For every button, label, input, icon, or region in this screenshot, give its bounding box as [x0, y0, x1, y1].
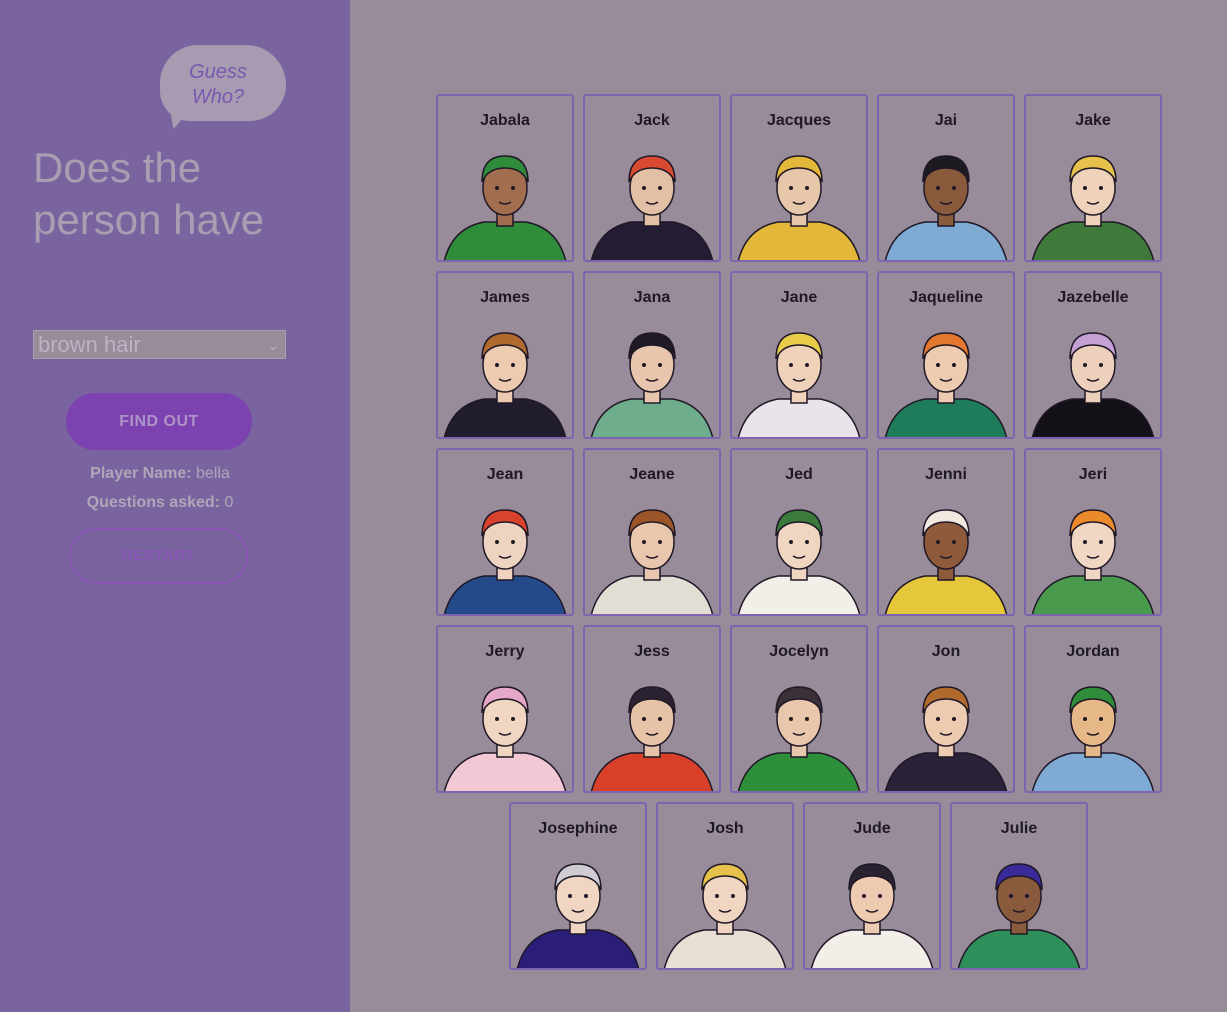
character-name: Jana — [633, 289, 671, 306]
character-name: Jerry — [485, 643, 525, 660]
character-card[interactable]: Jane — [730, 271, 868, 439]
character-card[interactable]: Jed — [730, 448, 868, 616]
character-card[interactable]: Jaqueline — [877, 271, 1015, 439]
character-portrait — [737, 509, 861, 614]
character-card[interactable]: Jake — [1024, 94, 1162, 262]
character-name: Jake — [1075, 112, 1111, 129]
character-portrait — [1031, 686, 1155, 791]
attribute-select[interactable]: brown hair ⌄ — [33, 330, 286, 359]
character-card[interactable]: Jana — [583, 271, 721, 439]
character-portrait — [590, 686, 714, 791]
character-name: Jai — [934, 112, 958, 129]
sidebar: Guess Who? Does the person have brown ha… — [0, 0, 350, 1012]
character-card[interactable]: James — [436, 271, 574, 439]
character-card[interactable]: Jess — [583, 625, 721, 793]
character-card[interactable]: Jean — [436, 448, 574, 616]
character-name: Josephine — [538, 820, 618, 837]
character-portrait — [884, 332, 1008, 437]
chevron-down-icon: ⌄ — [267, 337, 279, 353]
questions-asked-label: Questions asked: — [86, 494, 220, 511]
character-portrait — [590, 509, 714, 614]
character-portrait — [516, 863, 640, 968]
character-portrait — [590, 332, 714, 437]
character-portrait — [737, 332, 861, 437]
character-name: Jenni — [925, 466, 967, 483]
questions-asked-count: 0 — [224, 494, 234, 511]
character-name: Josh — [706, 820, 744, 837]
character-portrait — [810, 863, 934, 968]
character-card[interactable]: Josephine — [509, 802, 647, 970]
character-portrait — [737, 686, 861, 791]
character-name: Jude — [853, 820, 891, 837]
character-name: Jed — [785, 466, 813, 483]
character-portrait — [1031, 155, 1155, 260]
character-portrait — [1031, 332, 1155, 437]
player-name-value: bella — [196, 465, 230, 482]
character-portrait — [443, 155, 567, 260]
character-card[interactable]: Jerry — [436, 625, 574, 793]
question-heading: Does the person have — [33, 144, 265, 243]
attribute-select-value: brown hair — [38, 332, 141, 357]
character-portrait — [957, 863, 1081, 968]
restart-button[interactable]: RESTART — [69, 528, 248, 584]
character-portrait — [884, 509, 1008, 614]
character-name: Jean — [486, 466, 524, 483]
character-name: Jack — [634, 112, 670, 129]
character-card[interactable]: Jon — [877, 625, 1015, 793]
logo-line-2: Who? — [191, 86, 245, 108]
character-card[interactable]: Jeane — [583, 448, 721, 616]
character-name: Jazebelle — [1057, 289, 1129, 306]
character-name: Jon — [931, 643, 961, 660]
find-out-button[interactable]: FIND OUT — [66, 393, 252, 450]
player-name-label: Player Name: — [90, 465, 192, 482]
character-card[interactable]: Jordan — [1024, 625, 1162, 793]
character-name: Jacques — [766, 112, 832, 129]
logo-line-1: Guess — [189, 61, 247, 83]
character-card[interactable]: Jude — [803, 802, 941, 970]
character-name: Julie — [1000, 820, 1038, 837]
character-portrait — [443, 686, 567, 791]
character-name: Jordan — [1066, 643, 1120, 660]
character-card[interactable]: Julie — [950, 802, 1088, 970]
character-card[interactable]: Jai — [877, 94, 1015, 262]
character-name: Jocelyn — [769, 643, 829, 660]
character-portrait — [737, 155, 861, 260]
character-name: James — [480, 289, 530, 306]
character-portrait — [1031, 509, 1155, 614]
character-card[interactable]: Jabala — [436, 94, 574, 262]
character-portrait — [443, 509, 567, 614]
character-name: Jabala — [480, 112, 530, 129]
character-card[interactable]: Jocelyn — [730, 625, 868, 793]
character-card[interactable]: Jenni — [877, 448, 1015, 616]
character-card[interactable]: Jack — [583, 94, 721, 262]
character-name: Jeane — [629, 466, 675, 483]
character-portrait — [443, 332, 567, 437]
character-card[interactable]: Jeri — [1024, 448, 1162, 616]
character-name: Jane — [780, 289, 818, 306]
character-name: Jess — [634, 643, 670, 660]
character-portrait — [884, 686, 1008, 791]
character-name: Jaqueline — [909, 289, 983, 306]
character-portrait — [590, 155, 714, 260]
game-logo: Guess Who? — [160, 60, 276, 110]
character-card[interactable]: Jazebelle — [1024, 271, 1162, 439]
questions-asked-row: Questions asked: 0 — [0, 494, 320, 512]
character-card[interactable]: Josh — [656, 802, 794, 970]
character-portrait — [663, 863, 787, 968]
character-name: Jeri — [1078, 466, 1108, 483]
character-portrait — [884, 155, 1008, 260]
character-card[interactable]: Jacques — [730, 94, 868, 262]
player-name-row: Player Name: bella — [0, 465, 320, 483]
